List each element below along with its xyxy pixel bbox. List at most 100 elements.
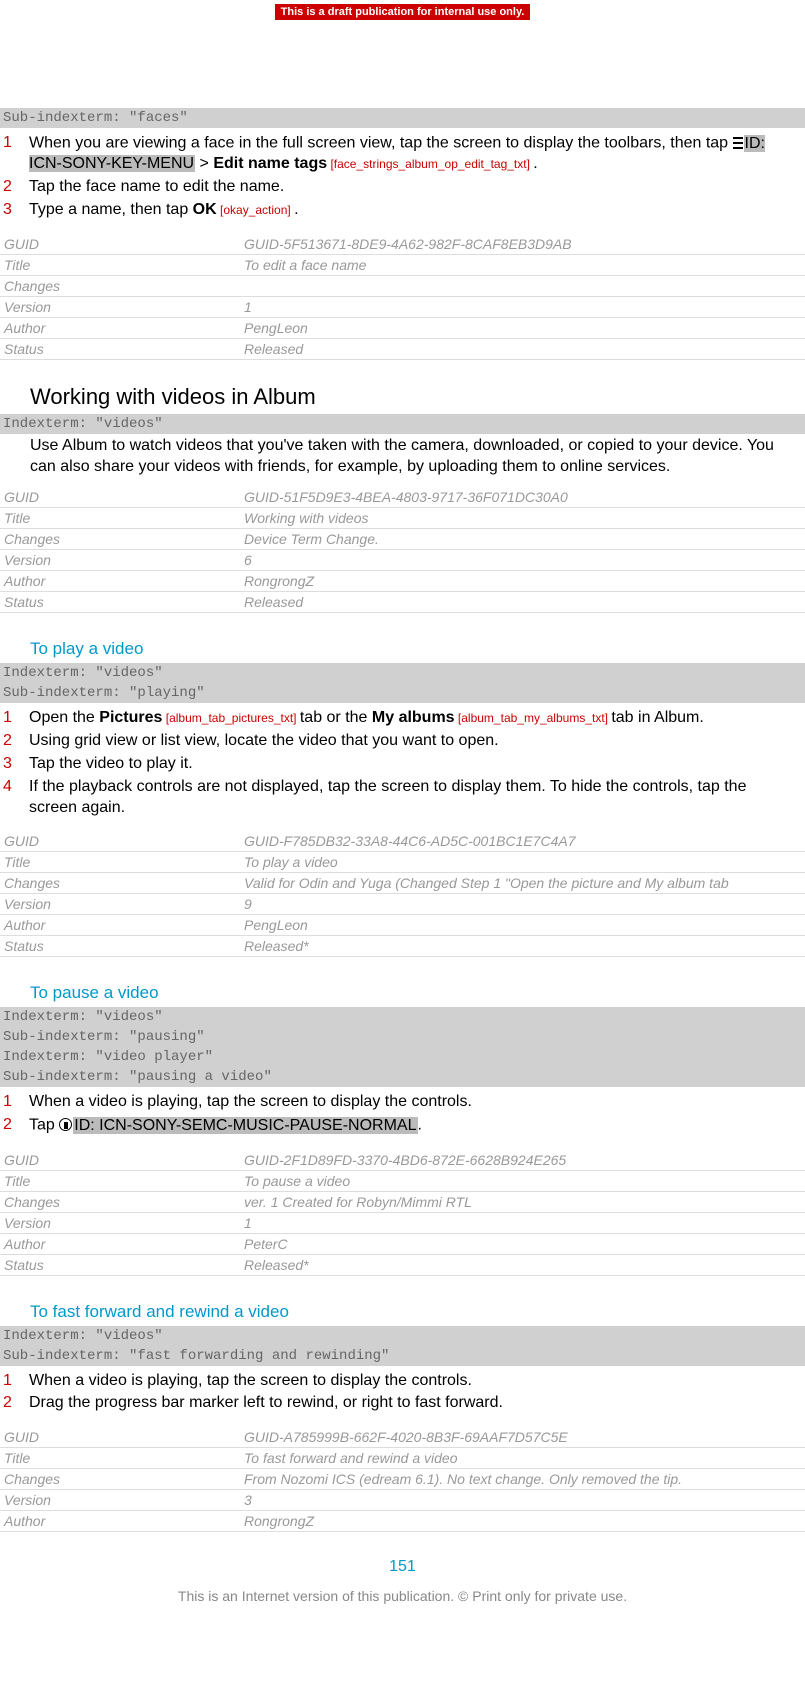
meta-label: Author xyxy=(0,317,240,338)
text: . xyxy=(533,155,537,172)
indexterm: Indexterm: "video player" xyxy=(0,1047,805,1067)
meta-value: Released* xyxy=(240,936,805,957)
step-text: Tap the face name to edit the name. xyxy=(29,177,805,198)
meta-value: To pause a video xyxy=(240,1170,805,1191)
subindexterm: Sub-indexterm: "playing" xyxy=(0,683,805,703)
meta-label: Status xyxy=(0,1254,240,1275)
meta-value: Valid for Odin and Yuga (Changed Step 1 … xyxy=(240,873,805,894)
meta-label: GUID xyxy=(0,487,240,508)
task-heading-play-video: To play a video xyxy=(0,631,805,663)
text: tab in Album. xyxy=(611,709,704,726)
step-text: When a video is playing, tap the screen … xyxy=(29,1371,805,1392)
meta-table: GUIDGUID-5F513671-8DE9-4A62-982F-8CAF8EB… xyxy=(0,234,805,360)
meta-value: ver. 1 Created for Robyn/Mimmi RTL xyxy=(240,1191,805,1212)
step-text: Tap the video to play it. xyxy=(29,754,805,775)
meta-table: GUIDGUID-A785999B-662F-4020-8B3F-69AAF7D… xyxy=(0,1427,805,1532)
meta-table: GUIDGUID-F785DB32-33A8-44C6-AD5C-001BC1E… xyxy=(0,831,805,957)
meta-label: Author xyxy=(0,1511,240,1532)
step-1: 1 When you are viewing a face in the ful… xyxy=(0,132,805,176)
meta-value: Working with videos xyxy=(240,508,805,529)
body-paragraph: Use Album to watch videos that you've ta… xyxy=(0,434,805,488)
step-text: Type a name, then tap xyxy=(29,201,193,218)
meta-label: Title xyxy=(0,1170,240,1191)
menu-icon xyxy=(733,137,743,149)
step-number: 1 xyxy=(3,1092,29,1113)
step-number: 1 xyxy=(3,708,29,729)
step-2: 2 Tap the face name to edit the name. xyxy=(0,176,805,199)
meta-table: GUIDGUID-2F1D89FD-3370-4BD6-872E-6628B92… xyxy=(0,1150,805,1276)
string-id: [album_tab_my_albums_txt] xyxy=(455,711,612,725)
meta-value: 1 xyxy=(240,296,805,317)
step-text: Using grid view or list view, locate the… xyxy=(29,731,805,752)
meta-label: Changes xyxy=(0,275,240,296)
step-number: 4 xyxy=(3,777,29,819)
footer-text: This is an Internet version of this publ… xyxy=(0,1588,805,1604)
pause-icon xyxy=(59,1118,72,1131)
step-number: 2 xyxy=(3,177,29,198)
meta-label: Author xyxy=(0,571,240,592)
ui-label: OK xyxy=(193,201,217,218)
meta-value: Released xyxy=(240,592,805,613)
meta-value: GUID-2F1D89FD-3370-4BD6-872E-6628B924E26… xyxy=(240,1150,805,1171)
meta-value: GUID-5F513671-8DE9-4A62-982F-8CAF8EB3D9A… xyxy=(240,234,805,255)
meta-label: GUID xyxy=(0,1427,240,1448)
icon-id: ID: ICN-SONY-SEMC-MUSIC-PAUSE-NORMAL xyxy=(73,1117,417,1134)
meta-label: Author xyxy=(0,1233,240,1254)
step-2: 2Drag the progress bar marker left to re… xyxy=(0,1392,805,1415)
step-number: 3 xyxy=(3,200,29,221)
meta-value: GUID-A785999B-662F-4020-8B3F-69AAF7D57C5… xyxy=(240,1427,805,1448)
subindexterm-faces: Sub-indexterm: "faces" xyxy=(0,108,805,128)
meta-label: GUID xyxy=(0,1150,240,1171)
meta-label: Version xyxy=(0,550,240,571)
step-number: 1 xyxy=(3,133,29,175)
meta-value: RongrongZ xyxy=(240,571,805,592)
meta-label: Author xyxy=(0,915,240,936)
meta-value: PeterC xyxy=(240,1233,805,1254)
meta-label: Title xyxy=(0,254,240,275)
text: Tap xyxy=(29,1117,59,1134)
meta-label: Version xyxy=(0,1490,240,1511)
subindexterm: Sub-indexterm: "fast forwarding and rewi… xyxy=(0,1346,805,1366)
indexterm-videos: Indexterm: "videos" xyxy=(0,414,805,434)
ui-label: Edit name tags xyxy=(213,155,327,172)
step-number: 2 xyxy=(3,1393,29,1414)
ui-label: My albums xyxy=(372,709,455,726)
task-heading-ffw-rewind: To fast forward and rewind a video xyxy=(0,1294,805,1326)
meta-value: Device Term Change. xyxy=(240,529,805,550)
ui-label: Pictures xyxy=(99,709,162,726)
meta-label: Status xyxy=(0,338,240,359)
text: tab or the xyxy=(300,709,372,726)
meta-value: GUID-51F5D9E3-4BEA-4803-9717-36F071DC30A… xyxy=(240,487,805,508)
step-text: If the playback controls are not display… xyxy=(29,777,805,819)
meta-label: Changes xyxy=(0,1191,240,1212)
indexterm: Indexterm: "videos" xyxy=(0,663,805,683)
text: > xyxy=(195,155,213,172)
meta-value: GUID-F785DB32-33A8-44C6-AD5C-001BC1E7C4A… xyxy=(240,831,805,852)
text: . xyxy=(294,201,298,218)
meta-value: RongrongZ xyxy=(240,1511,805,1532)
step-3: 3 Type a name, then tap OK [okay_action]… xyxy=(0,199,805,222)
meta-table: GUIDGUID-51F5D9E3-4BEA-4803-9717-36F071D… xyxy=(0,487,805,613)
meta-value: 3 xyxy=(240,1490,805,1511)
step-number: 2 xyxy=(3,731,29,752)
meta-label: Status xyxy=(0,936,240,957)
meta-value: 1 xyxy=(240,1212,805,1233)
meta-value: Released xyxy=(240,338,805,359)
meta-value: Released* xyxy=(240,1254,805,1275)
text: . xyxy=(418,1117,422,1134)
step-4: 4If the playback controls are not displa… xyxy=(0,776,805,820)
meta-label: Status xyxy=(0,592,240,613)
step-2: 2 Tap ID: ICN-SONY-SEMC-MUSIC-PAUSE-NORM… xyxy=(0,1114,805,1137)
page-number: 151 xyxy=(0,1558,805,1576)
string-id: [album_tab_pictures_txt] xyxy=(162,711,299,725)
step-2: 2Using grid view or list view, locate th… xyxy=(0,730,805,753)
step-1: 1 Open the Pictures [album_tab_pictures_… xyxy=(0,707,805,730)
section-heading-working-with-videos: Working with videos in Album xyxy=(0,378,805,414)
step-number: 2 xyxy=(3,1115,29,1136)
meta-label: Version xyxy=(0,296,240,317)
meta-value xyxy=(240,275,805,296)
meta-label: GUID xyxy=(0,234,240,255)
meta-label: Title xyxy=(0,1448,240,1469)
meta-value: PengLeon xyxy=(240,317,805,338)
meta-value: To play a video xyxy=(240,852,805,873)
